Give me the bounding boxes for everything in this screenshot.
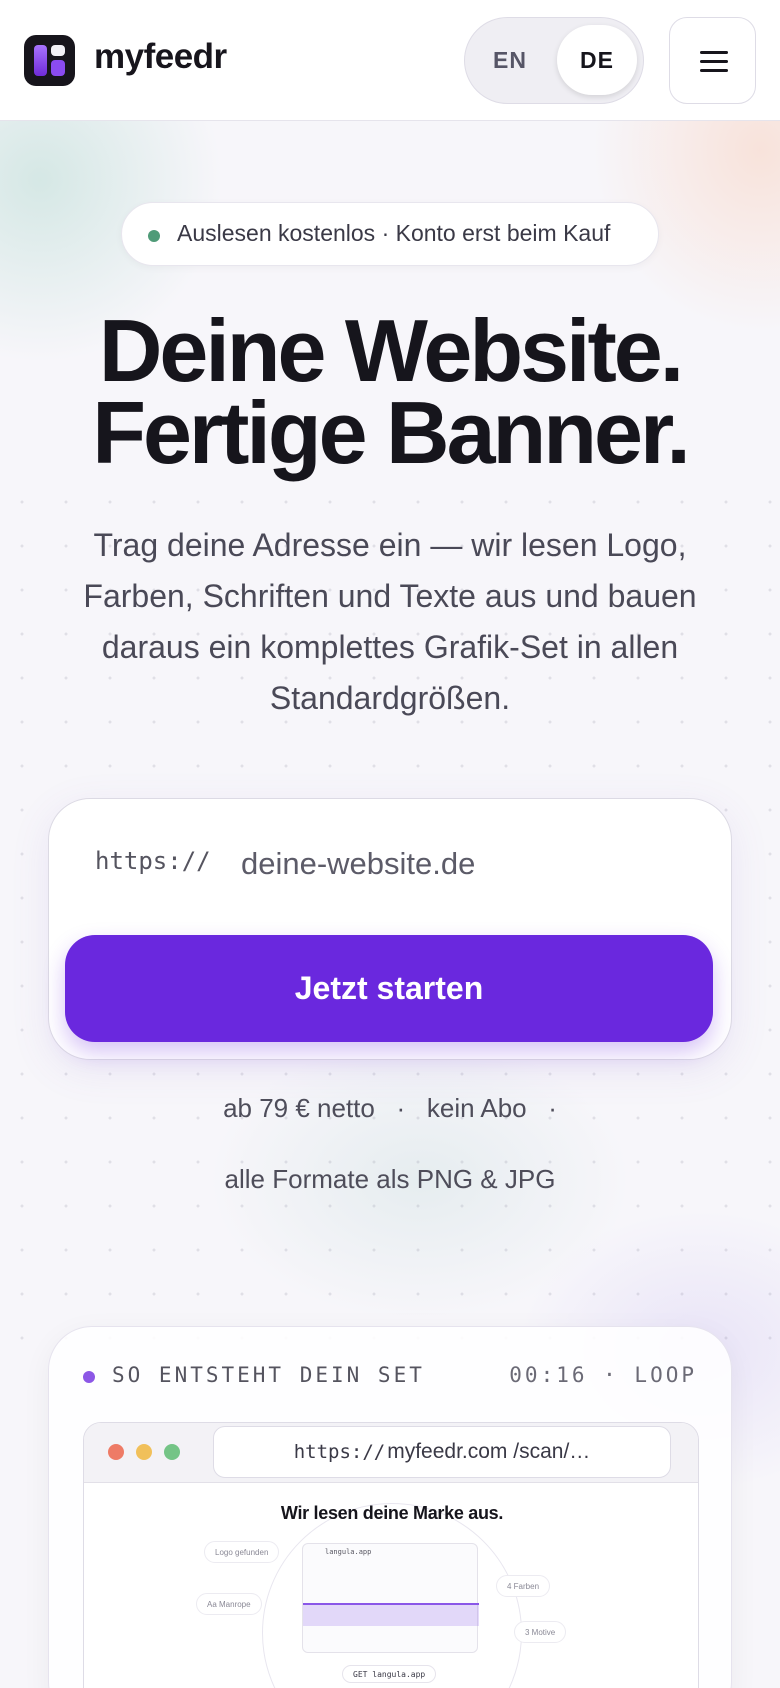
- scan-title: Wir lesen deine Marke aus.: [280, 1503, 504, 1523]
- menu-button[interactable]: [669, 17, 756, 104]
- tag-font: Aa Manrope: [196, 1593, 262, 1615]
- browser-toolbar: https:// myfeedr.com /scan/…: [84, 1423, 698, 1483]
- address-scheme: https://: [293, 1441, 386, 1463]
- pricing-meta: ab 79 € netto · kein Abo ·: [223, 1093, 557, 1123]
- close-dot-icon: [108, 1444, 124, 1460]
- demo-card: SO ENTSTEHT DEIN SET 00:16 · LOOP https:…: [48, 1326, 732, 1688]
- hamburger-menu-icon: [700, 51, 728, 54]
- demo-title: SO ENTSTEHT DEIN SET: [112, 1363, 425, 1387]
- language-switcher: EN DE: [464, 17, 644, 104]
- browser-mockup: https:// myfeedr.com /scan/… Wir lesen d…: [83, 1422, 699, 1688]
- preview-domain: langula.app: [325, 1548, 372, 1556]
- badge-text: Auslesen kostenlos · Konto erst beim Kau…: [177, 220, 611, 246]
- address-path: myfeedr.com /scan/…: [387, 1440, 591, 1463]
- page-title: Deine Website. Fertige Banner.: [0, 307, 780, 477]
- tag-motifs: 3 Motive: [514, 1621, 567, 1643]
- scanned-page-preview: langula.app: [302, 1543, 479, 1653]
- tag-logo-found: Logo gefunden: [204, 1541, 280, 1563]
- browser-address-bar: https:// myfeedr.com /scan/…: [213, 1426, 671, 1478]
- title-line-2: Fertige Banner.: [92, 383, 691, 482]
- status-dot-icon: [148, 230, 160, 242]
- tag-colors: 4 Farben: [496, 1575, 551, 1597]
- live-dot-icon: [83, 1371, 95, 1383]
- logo-name: myfeedr: [94, 37, 227, 76]
- hero-lead-text: Trag deine Adresse ein — wir lesen Logo,…: [83, 527, 697, 716]
- site-header: myfeedr EN DE: [0, 0, 780, 121]
- maximize-dot-icon: [164, 1444, 180, 1460]
- minimize-dot-icon: [136, 1444, 152, 1460]
- url-prefix: https://: [95, 847, 211, 875]
- demo-timer: 00:16 · LOOP: [509, 1363, 697, 1387]
- request-tag: GET langula.app: [342, 1665, 437, 1683]
- url-form: https:// Jetzt starten: [48, 798, 732, 1060]
- scan-line: [303, 1603, 479, 1605]
- start-button[interactable]: Jetzt starten: [65, 935, 713, 1042]
- logo-icon: [24, 35, 75, 86]
- website-url-input[interactable]: [241, 839, 681, 889]
- lang-de-button[interactable]: DE: [557, 25, 637, 95]
- lang-en-button[interactable]: EN: [465, 18, 555, 102]
- free-scan-badge: Auslesen kostenlos · Konto erst beim Kau…: [121, 202, 659, 266]
- formats-meta: alle Formate als PNG & JPG: [224, 1164, 556, 1194]
